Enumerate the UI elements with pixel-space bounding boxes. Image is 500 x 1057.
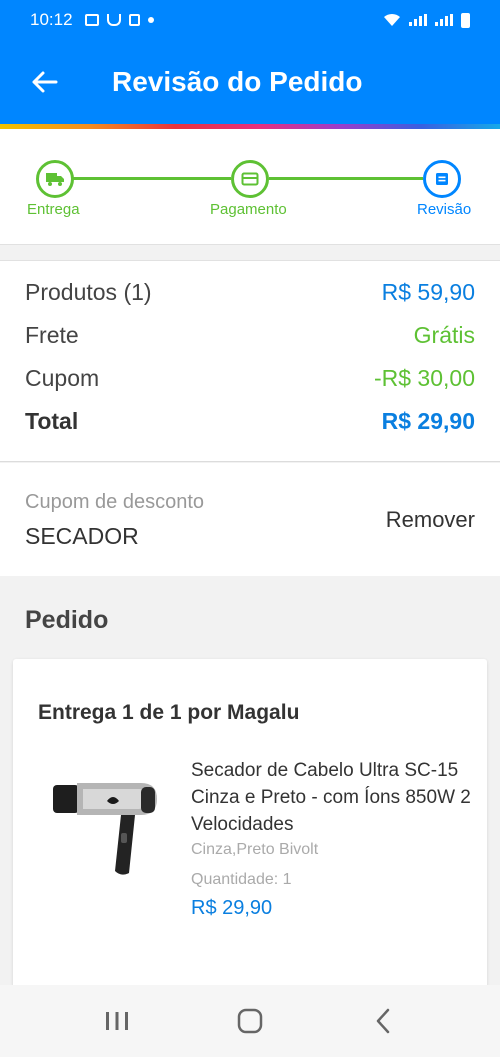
home-icon [237, 1008, 263, 1034]
app-bar: Revisão do Pedido [0, 40, 500, 124]
coupon-section: Cupom de desconto SECADOR Remover [0, 463, 500, 576]
step-review[interactable] [423, 160, 461, 198]
truck-icon [46, 173, 64, 186]
shipping-value: Grátis [413, 321, 475, 348]
product-image [53, 783, 157, 875]
system-nav-bar [0, 985, 500, 1057]
battery-icon [461, 12, 470, 28]
checkout-stepper: Entrega Pagamento Revisão [0, 129, 500, 245]
product-price: R$ 29,90 [191, 897, 273, 919]
notification-icons [84, 14, 154, 26]
recent-apps-button[interactable] [87, 991, 147, 1051]
step-payment[interactable] [231, 160, 269, 198]
coupon-code: SECADOR [25, 523, 139, 549]
card-icon [241, 172, 259, 186]
signal-icon [409, 14, 427, 26]
boat-icon [106, 14, 121, 26]
wifi-icon [384, 13, 400, 26]
system-icons [383, 12, 470, 28]
shipping-label: Frete [25, 321, 79, 348]
step-label-delivery: Entrega [27, 201, 80, 218]
summary-row-products: Produtos (1) R$ 59,90 [25, 272, 475, 312]
products-value: R$ 59,90 [381, 278, 475, 305]
arrow-left-icon [32, 71, 58, 93]
order-section-title: Pedido [25, 606, 109, 634]
recent-apps-icon [105, 1012, 128, 1030]
summary-row-shipping: Frete Grátis [25, 315, 475, 355]
delivery-card: Entrega 1 de 1 por Magalu Secador de Cab… [13, 659, 487, 989]
notification-dot-icon [147, 17, 154, 23]
total-value: R$ 29,90 [381, 407, 475, 434]
step-label-payment: Pagamento [210, 201, 287, 218]
step-connector [73, 177, 231, 180]
order-summary: Produtos (1) R$ 59,90 Frete Grátis Cupom… [0, 260, 500, 462]
coupon-discount-label: Cupom [25, 364, 100, 391]
signal-2-icon [435, 14, 453, 26]
step-label-review: Revisão [417, 201, 472, 218]
gallery-icon [84, 14, 99, 26]
product-name[interactable]: Secador de Cabelo Ultra SC-15 Cinza e Pr… [191, 757, 471, 838]
back-button[interactable] [14, 52, 74, 112]
step-delivery[interactable] [36, 160, 74, 198]
total-label: Total [25, 407, 79, 434]
review-icon [436, 173, 448, 185]
product-variant: Cinza,Preto Bivolt [191, 841, 319, 858]
page-title: Revisão do Pedido [112, 66, 363, 97]
product-quantity: Quantidade: 1 [191, 871, 292, 888]
home-button[interactable] [220, 991, 280, 1051]
coupon-discount-value: -R$ 30,00 [373, 364, 475, 391]
chevron-left-icon [377, 1008, 390, 1034]
remove-coupon-button[interactable]: Remover [386, 507, 475, 533]
system-back-button[interactable] [353, 991, 413, 1051]
status-bar: 10:12 [0, 0, 500, 40]
coupon-label: Cupom de desconto [25, 491, 205, 513]
status-time: 10:12 [30, 10, 73, 29]
step-connector [269, 177, 423, 180]
delivery-title: Entrega 1 de 1 por Magalu [38, 701, 300, 724]
summary-row-total: Total R$ 29,90 [25, 401, 475, 441]
summary-row-coupon: Cupom -R$ 30,00 [25, 358, 475, 398]
products-label: Produtos (1) [25, 278, 152, 305]
document-icon [128, 14, 140, 26]
